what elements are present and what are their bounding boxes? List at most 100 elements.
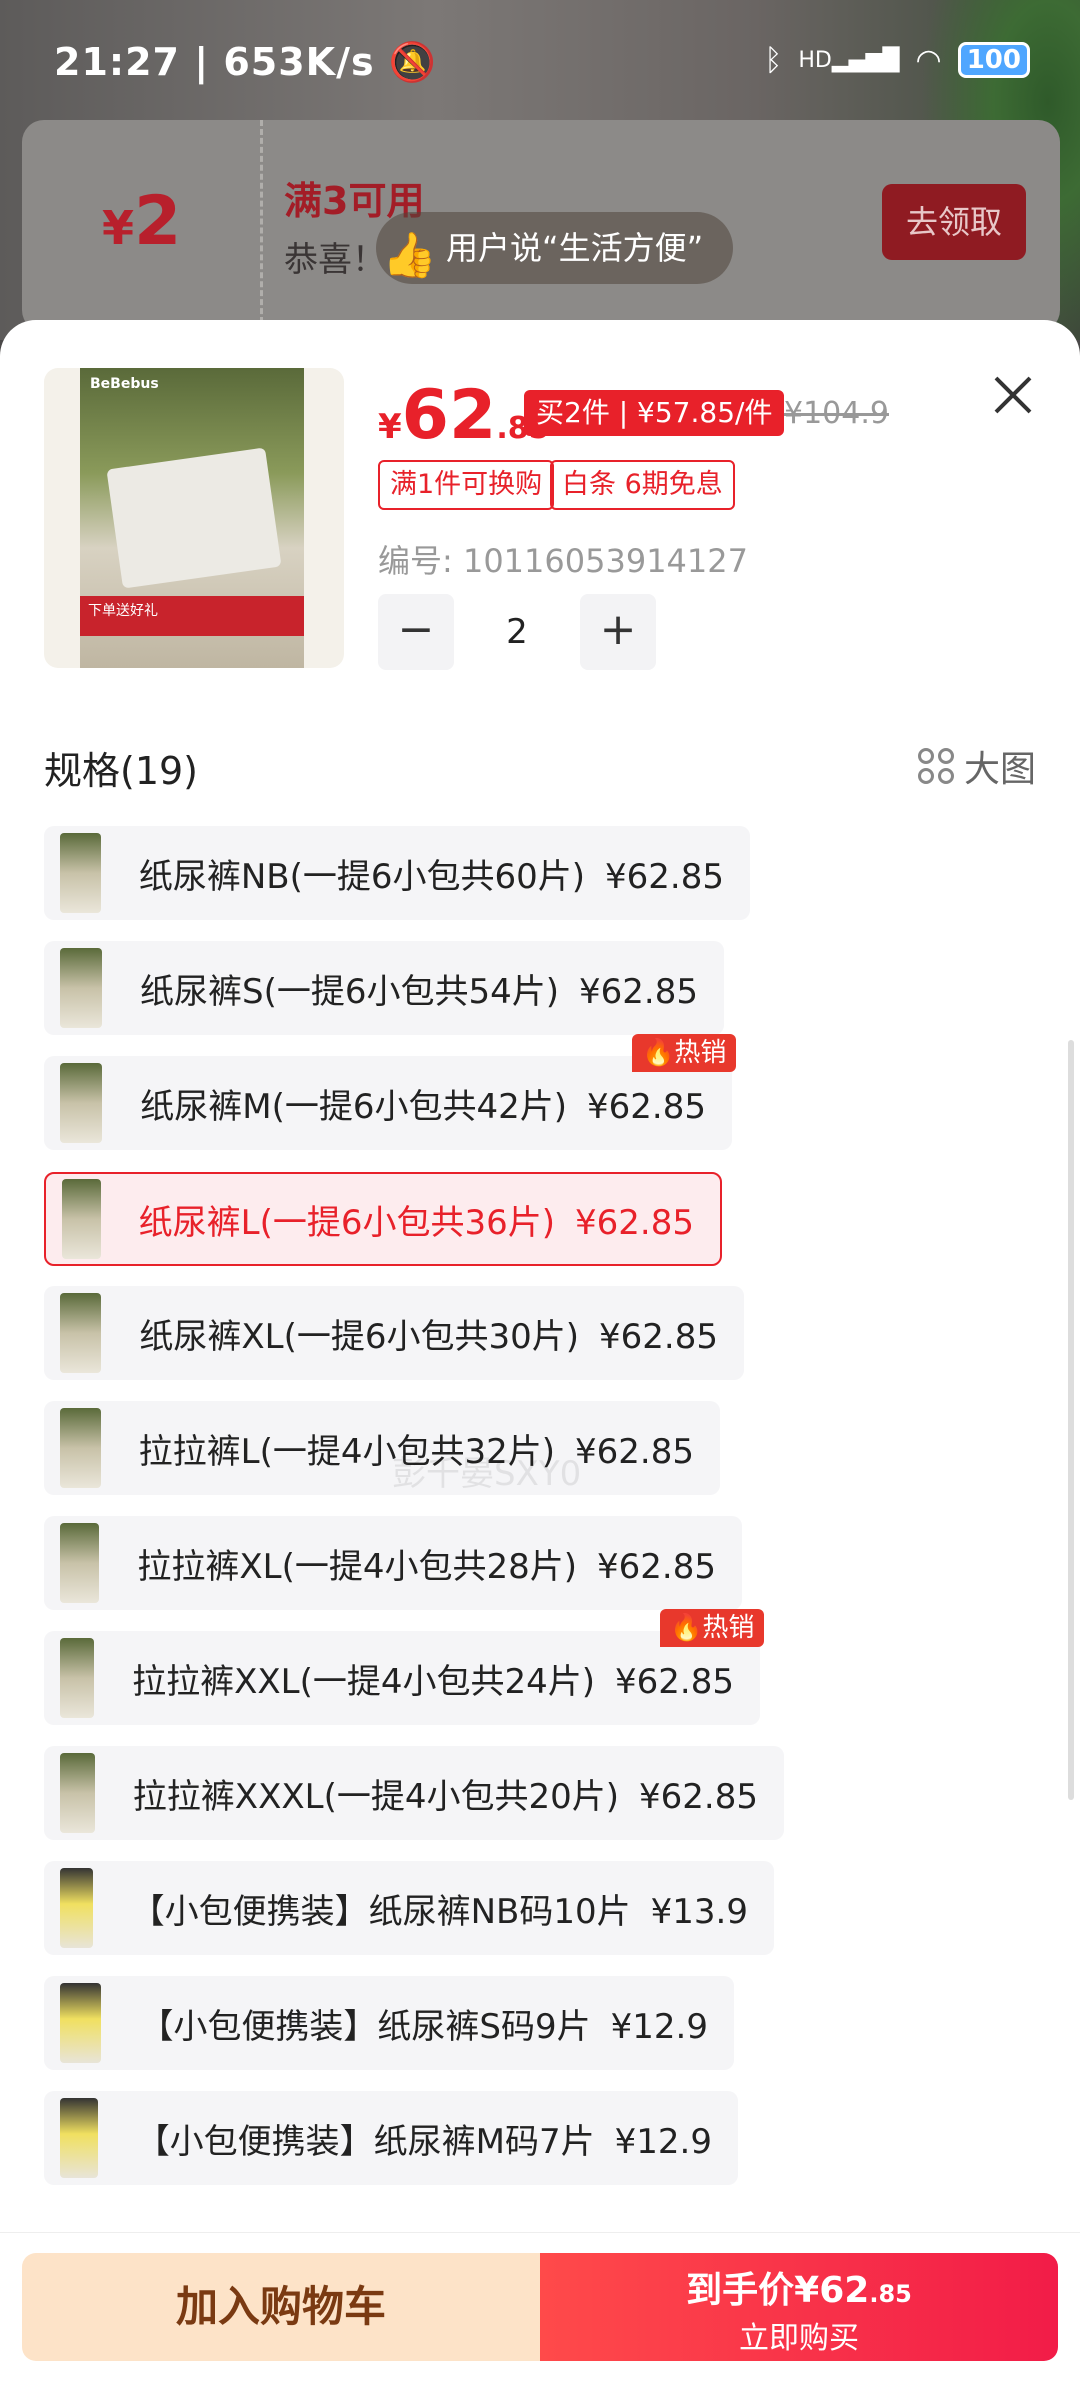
option-price: ¥13.9: [650, 1891, 748, 1932]
spec-option[interactable]: 【小包便携装】纸尿裤S码9片 ¥12.9: [44, 1976, 734, 2070]
battery-icon: 100: [957, 42, 1030, 78]
spec-option[interactable]: 纸尿裤NB(一提6小包共60片) ¥62.85: [44, 826, 750, 920]
status-time: 21:27 | 653K/s 🔕: [54, 40, 438, 84]
big-view-button[interactable]: 大图: [917, 740, 1036, 792]
status-bar: 21:27 | 653K/s 🔕 ᛒ HD▂▄▆█ ◠ 100: [0, 0, 1080, 120]
product-image[interactable]: BeBebus 下单送好礼: [44, 368, 344, 668]
review-toast: 👍 用户说“生活方便”: [376, 212, 734, 284]
spec-option[interactable]: 拉拉裤XL(一提4小包共28片) ¥62.85: [44, 1516, 742, 1610]
option-label: 【小包便携装】纸尿裤S码9片 ¥12.9: [139, 1999, 734, 2048]
multi-buy-price: 买2件 | ¥57.85/件: [524, 390, 785, 436]
option-name: 拉拉裤XXXL(一提4小包共20片): [132, 1776, 620, 1817]
option-price: ¥62.85: [599, 1316, 718, 1357]
option-thumbnail: [60, 948, 103, 1028]
option-thumbnail: [60, 1523, 100, 1603]
quantity-stepper: − 2 +: [378, 594, 656, 670]
option-label: 【小包便携装】纸尿裤NB码10片 ¥13.9: [131, 1884, 774, 1933]
option-thumbnail: [60, 1638, 95, 1718]
option-price: ¥62.85: [597, 1546, 716, 1587]
option-price: ¥62.85: [587, 1086, 706, 1127]
hot-sale-label: 热销: [674, 1038, 727, 1068]
fire-icon: 🔥: [670, 1613, 703, 1643]
option-price: ¥62.85: [615, 1661, 734, 1702]
spec-title: 规格(19): [44, 749, 199, 793]
option-name: 【小包便携装】纸尿裤S码9片: [139, 2006, 591, 2047]
hot-sale-badge: 🔥热销: [632, 1034, 737, 1072]
option-label: 拉拉裤XXL(一提4小包共24片) ¥62.85: [132, 1654, 760, 1703]
option-label: 纸尿裤S(一提6小包共54片) ¥62.85: [140, 964, 724, 1013]
option-thumbnail: [60, 833, 101, 913]
option-label: 纸尿裤L(一提6小包共36片) ¥62.85: [139, 1195, 720, 1244]
option-name: 拉拉裤XXL(一提4小包共24片): [132, 1661, 596, 1702]
promo-tag-installment: 白条 6期免息: [550, 460, 735, 510]
plus-button[interactable]: +: [580, 594, 656, 670]
option-price: ¥62.85: [575, 1431, 694, 1472]
wifi-icon: ◠: [915, 42, 942, 78]
option-price: ¥12.9: [610, 2006, 708, 2047]
option-name: 纸尿裤M(一提6小包共42片): [140, 1086, 568, 1127]
option-name: 【小包便携装】纸尿裤NB码10片: [130, 1891, 631, 1932]
promo-tag-exchange: 满1件可换购: [378, 460, 555, 510]
spec-option[interactable]: 纸尿裤M(一提6小包共42片) ¥62.85: [44, 1056, 732, 1150]
option-label: 拉拉裤XXXL(一提4小包共20片) ¥62.85: [133, 1769, 784, 1818]
hot-sale-badge: 🔥热销: [660, 1609, 765, 1647]
mute-icon: 🔕: [388, 40, 438, 84]
add-to-cart-button[interactable]: 加入购物车: [22, 2253, 540, 2361]
fire-icon: 🔥: [642, 1038, 675, 1068]
option-price: ¥62.85: [605, 856, 724, 897]
minus-button[interactable]: −: [378, 594, 454, 670]
big-view-label: 大图: [963, 749, 1036, 790]
bottom-bar: 加入购物车 到手价¥62.85 立即购买: [0, 2232, 1080, 2400]
thumbs-up-icon: 👍: [382, 230, 437, 281]
watermark: 彭千晏SXY0: [392, 1454, 582, 1494]
sku-number: 编号: 10116053914127: [378, 542, 748, 580]
spec-option[interactable]: 纸尿裤L(一提6小包共36片) ¥62.85: [44, 1172, 722, 1266]
option-label: 纸尿裤XL(一提6小包共30片) ¥62.85: [139, 1309, 744, 1358]
spec-option[interactable]: 【小包便携装】纸尿裤M码7片 ¥12.9: [44, 2091, 738, 2185]
option-thumbnail: [60, 1293, 102, 1373]
spec-option[interactable]: 拉拉裤XXXL(一提4小包共20片) ¥62.85: [44, 1746, 784, 1840]
coupon-amount: ¥2: [102, 182, 182, 261]
option-label: 纸尿裤M(一提6小包共42片) ¥62.85: [140, 1079, 732, 1128]
option-price: ¥62.85: [639, 1776, 758, 1817]
quantity-value[interactable]: 2: [454, 612, 580, 652]
option-thumbnail: [60, 1868, 93, 1948]
option-thumbnail: [60, 1063, 103, 1143]
spec-option[interactable]: 【小包便携装】纸尿裤NB码10片 ¥13.9: [44, 1861, 774, 1955]
option-name: 纸尿裤XL(一提6小包共30片): [139, 1316, 580, 1357]
original-price: ¥104.9: [784, 396, 889, 431]
option-thumbnail: [60, 1753, 95, 1833]
claim-coupon-button[interactable]: 去领取: [882, 184, 1026, 260]
option-label: 拉拉裤XL(一提4小包共28片) ¥62.85: [137, 1539, 742, 1588]
signal-icon: HD▂▄▆█: [798, 47, 900, 73]
option-name: 【小包便携装】纸尿裤M码7片: [135, 2121, 595, 2162]
spec-option[interactable]: 拉拉裤L(一提4小包共32片) ¥62.85: [44, 1401, 720, 1495]
buy-now-label: 立即购买: [739, 2321, 859, 2356]
option-price: ¥62.85: [575, 1202, 694, 1243]
grid-icon: [917, 748, 954, 784]
buy-now-button[interactable]: 到手价¥62.85 立即购买: [540, 2253, 1058, 2361]
bluetooth-icon: ᛒ: [764, 42, 783, 78]
product-brand: BeBebus: [90, 376, 159, 392]
spec-option[interactable]: 纸尿裤S(一提6小包共54片) ¥62.85: [44, 941, 724, 1035]
option-name: 纸尿裤L(一提6小包共36片): [138, 1202, 556, 1243]
option-price: ¥12.9: [614, 2121, 712, 2162]
toast-text: 用户说“生活方便”: [446, 229, 704, 267]
scrollbar[interactable]: [1068, 1040, 1074, 1800]
option-name: 纸尿裤S(一提6小包共54片): [140, 971, 560, 1012]
final-price: 到手价¥62.85: [686, 2270, 912, 2311]
sku-sheet: BeBebus 下单送好礼 ¥62.85 买2件 | ¥57.85/件 ¥104…: [0, 320, 1080, 2400]
coupon-divider: [260, 120, 263, 332]
option-thumbnail: [60, 1983, 102, 2063]
option-thumbnail: [60, 2098, 98, 2178]
status-icons: ᛒ HD▂▄▆█ ◠ 100: [764, 42, 1030, 78]
option-label: 纸尿裤NB(一提6小包共60片) ¥62.85: [139, 849, 750, 898]
spec-option[interactable]: 拉拉裤XXL(一提4小包共24片) ¥62.85: [44, 1631, 760, 1725]
option-thumbnail: [62, 1179, 101, 1259]
hot-sale-label: 热销: [702, 1613, 755, 1643]
spec-option[interactable]: 纸尿裤XL(一提6小包共30片) ¥62.85: [44, 1286, 744, 1380]
close-icon[interactable]: [988, 370, 1038, 420]
product-promo-band: 下单送好礼: [80, 596, 304, 636]
option-label: 【小包便携装】纸尿裤M码7片 ¥12.9: [136, 2114, 738, 2163]
product-package: [106, 447, 282, 589]
